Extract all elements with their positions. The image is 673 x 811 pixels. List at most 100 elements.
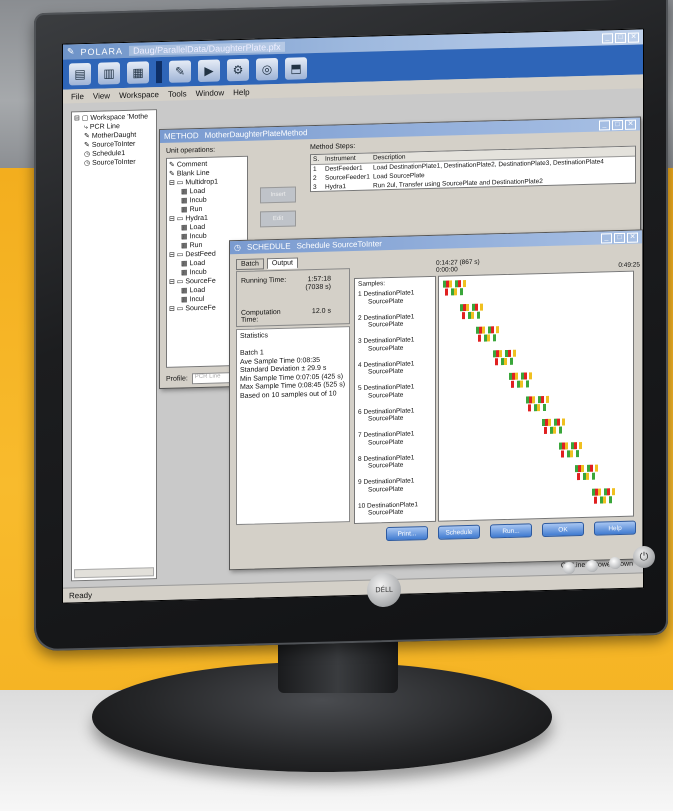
gantt-task-block[interactable] [463, 280, 466, 288]
monitor-button[interactable] [609, 557, 621, 569]
gantt-task-block[interactable] [569, 449, 573, 457]
export-icon[interactable]: ⬒ [285, 57, 307, 80]
gantt-task-block[interactable] [478, 334, 481, 342]
gantt-task-block[interactable] [445, 288, 448, 296]
maximize-button[interactable]: □ [614, 232, 625, 243]
power-button[interactable]: ⏻ [633, 546, 655, 568]
gantt-task-block[interactable] [562, 418, 565, 426]
open-file-icon[interactable]: ▥ [98, 62, 120, 85]
help-button[interactable]: Help [594, 520, 636, 536]
gantt-task-block[interactable] [542, 403, 546, 411]
gantt-task-block[interactable] [595, 464, 598, 472]
gantt-task-block[interactable] [526, 380, 529, 388]
gantt-task-block[interactable] [586, 472, 589, 480]
sample-item[interactable]: 10 DestinationPlate1 SourcePlate [358, 501, 418, 518]
menu-workspace[interactable]: Workspace [119, 90, 159, 100]
gantt-task-block[interactable] [593, 496, 597, 504]
gantt-task-block[interactable] [531, 395, 535, 403]
gantt-task-block[interactable] [560, 449, 564, 458]
sample-item[interactable]: 3 DestinationPlate1 SourcePlate [358, 336, 414, 352]
gantt-task-block[interactable] [529, 372, 532, 380]
maximize-button[interactable]: □ [615, 32, 626, 43]
gantt-task-block[interactable] [515, 372, 518, 380]
gantt-task-block[interactable] [524, 372, 527, 380]
gantt-task-block[interactable] [476, 311, 480, 319]
stop-icon[interactable]: ◎ [256, 57, 278, 81]
gantt-task-block[interactable] [449, 280, 452, 288]
gantt-task-block[interactable] [548, 418, 551, 426]
gantt-task-block[interactable] [597, 488, 601, 496]
gantt-task-block[interactable] [511, 380, 514, 388]
gantt-task-block[interactable] [520, 380, 523, 388]
gantt-task-block[interactable] [458, 280, 461, 288]
gantt-task-block[interactable] [527, 403, 531, 411]
gantt-task-block[interactable] [454, 288, 457, 296]
gantt-task-block[interactable] [460, 288, 463, 296]
menu-view[interactable]: View [93, 91, 110, 100]
minimize-button[interactable]: _ [602, 32, 613, 43]
gantt-task-block[interactable] [577, 473, 580, 481]
close-button[interactable]: ✕ [627, 232, 638, 243]
gantt-task-block[interactable] [491, 326, 494, 334]
method-icon[interactable]: ✎ [169, 60, 191, 83]
gantt-task-block[interactable] [581, 464, 584, 473]
menu-help[interactable]: Help [233, 87, 249, 96]
gantt-task-block[interactable] [606, 487, 610, 495]
gantt-task-block[interactable] [553, 426, 556, 434]
gantt-task-block[interactable] [512, 349, 516, 357]
gantt-task-block[interactable] [474, 303, 478, 311]
print-button[interactable]: Print... [386, 526, 428, 542]
gantt-task-block[interactable] [608, 495, 612, 503]
gantt-task-block[interactable] [602, 495, 606, 503]
close-button[interactable]: ✕ [625, 119, 636, 130]
gantt-task-block[interactable] [544, 426, 547, 434]
gantt-task-block[interactable] [575, 449, 579, 457]
ok-button[interactable]: OK [542, 521, 584, 538]
gantt-task-block[interactable] [507, 349, 511, 357]
gantt-task-block[interactable] [573, 441, 577, 449]
tab-output[interactable]: Output [266, 257, 298, 270]
close-button[interactable]: ✕ [628, 32, 639, 43]
sample-item[interactable]: 8 DestinationPlate1 SourcePlate [358, 454, 414, 470]
run-icon[interactable]: ▶ [198, 59, 220, 83]
sample-item[interactable]: 9 DestinationPlate1 SourcePlate [358, 477, 414, 493]
gantt-task-block[interactable] [592, 472, 595, 480]
gantt-task-block[interactable] [479, 303, 483, 311]
monitor-button[interactable] [563, 562, 575, 574]
menu-window[interactable]: Window [196, 88, 224, 98]
gantt-task-block[interactable] [498, 349, 502, 357]
edit-button[interactable]: Edit [260, 210, 296, 228]
gantt-task-block[interactable] [564, 441, 568, 449]
gantt-task-block[interactable] [496, 326, 499, 334]
menu-tools[interactable]: Tools [168, 89, 187, 98]
gantt-task-block[interactable] [540, 395, 544, 403]
gantt-task-block[interactable] [557, 418, 560, 426]
insert-button[interactable]: Insert [260, 186, 296, 204]
sample-item[interactable]: 6 DestinationPlate1 SourcePlate [358, 407, 414, 423]
gantt-task-block[interactable] [494, 357, 498, 365]
gantt-task-block[interactable] [590, 464, 593, 472]
tab-batch[interactable]: Batch [236, 258, 264, 271]
maximize-button[interactable]: □ [612, 119, 623, 130]
schedule-button[interactable]: Schedule [438, 524, 480, 540]
run-button[interactable]: Run... [490, 523, 532, 539]
gantt-task-block[interactable] [545, 395, 549, 403]
gantt-task-block[interactable] [536, 403, 540, 411]
gantt-task-block[interactable] [611, 487, 615, 495]
gantt-task-block[interactable] [509, 357, 513, 365]
gantt-task-block[interactable] [461, 311, 465, 319]
sample-item[interactable]: 5 DestinationPlate1 SourcePlate [358, 383, 414, 399]
monitor-button[interactable] [586, 560, 598, 572]
sample-item[interactable]: 7 DestinationPlate1 SourcePlate [358, 430, 414, 446]
gantt-task-block[interactable] [493, 334, 496, 342]
gantt-task-block[interactable] [482, 326, 485, 334]
minimize-button[interactable]: _ [599, 119, 610, 131]
sample-item[interactable]: 1 DestinationPlate1 SourcePlate [358, 289, 414, 305]
minimize-button[interactable]: _ [601, 232, 612, 244]
gantt-task-block[interactable] [487, 334, 490, 342]
settings-icon[interactable]: ⚙ [227, 58, 249, 82]
gantt-task-block[interactable] [465, 303, 469, 311]
sample-item[interactable]: 4 DestinationPlate1 SourcePlate [358, 360, 414, 376]
gantt-task-block[interactable] [503, 357, 507, 365]
tree-node[interactable]: ◷ SourceToInter [74, 157, 154, 168]
